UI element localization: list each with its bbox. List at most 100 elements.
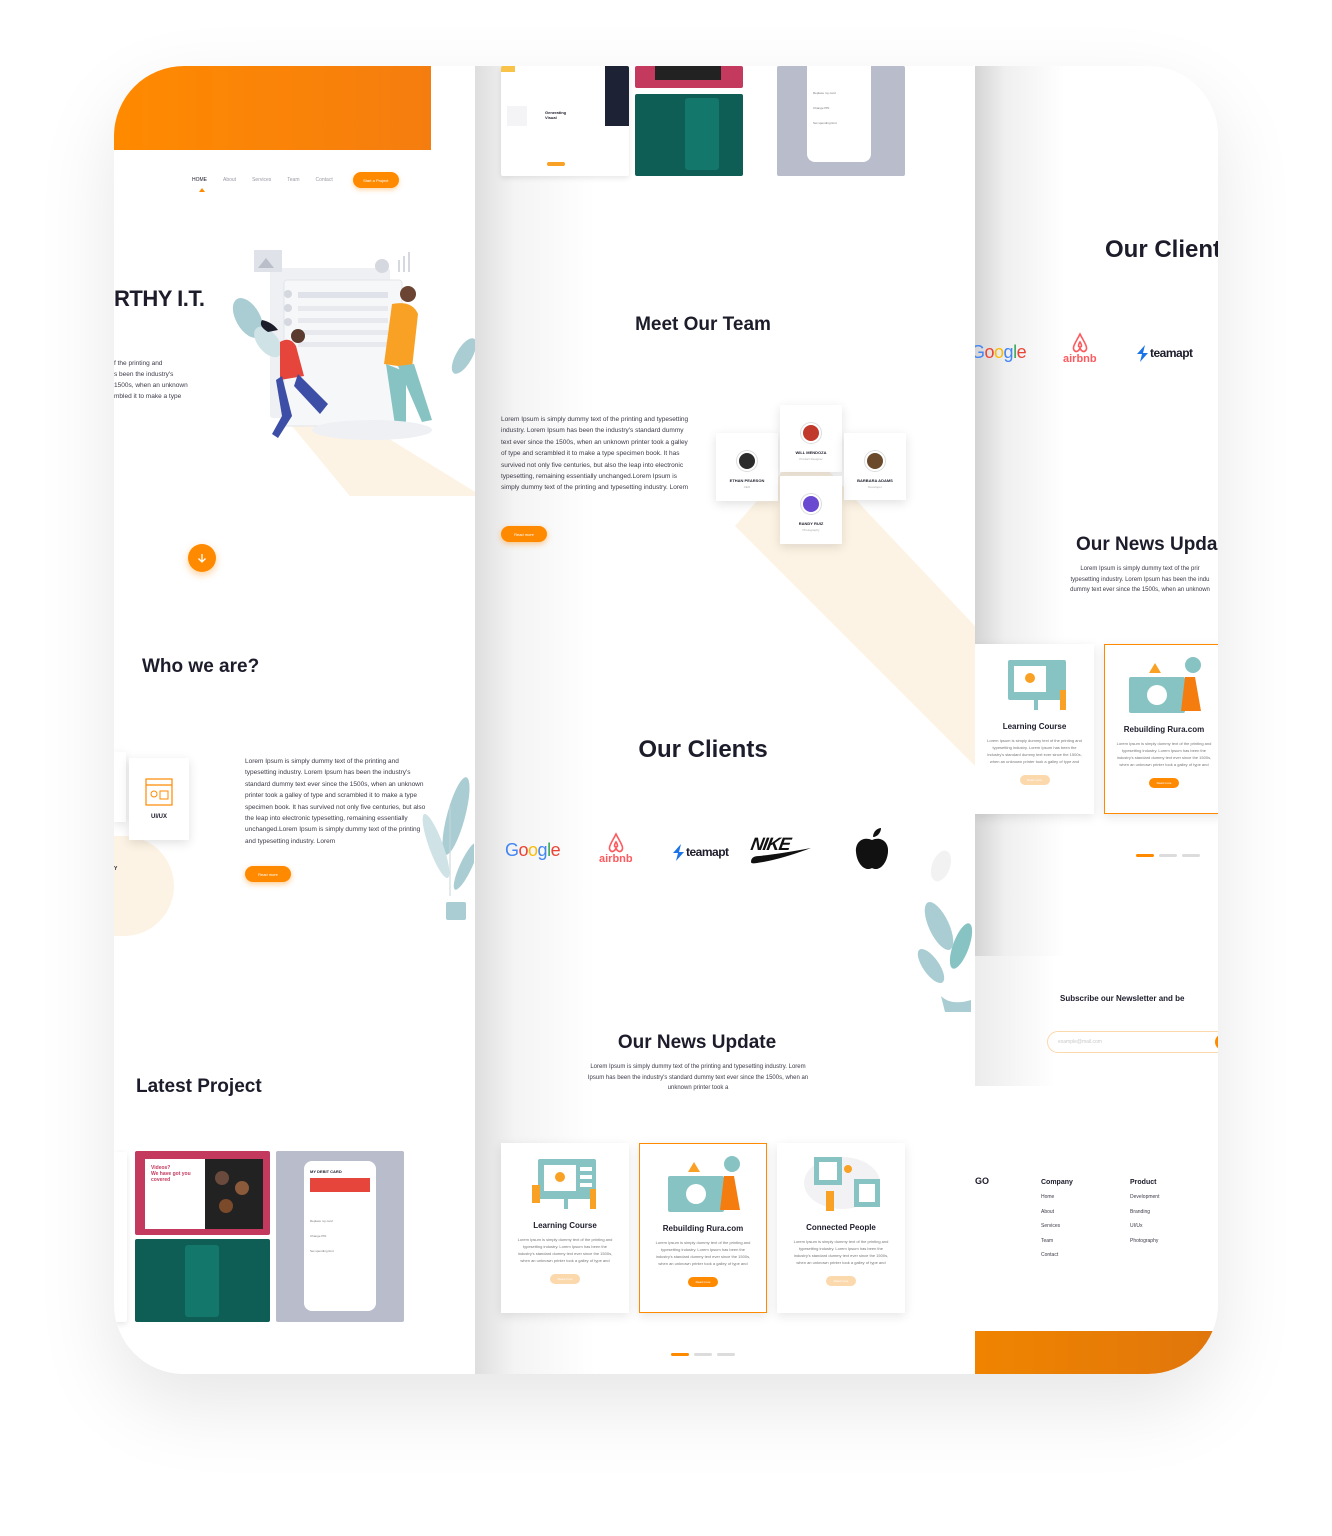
scroll-down-button[interactable]: [188, 544, 216, 572]
team-card-barbara[interactable]: BARBARA ADAMS Developer: [844, 433, 906, 500]
main-nav: HOME About Services Team Contact Start a…: [192, 172, 399, 192]
project-tile-dashboard-top[interactable]: [635, 94, 743, 176]
news-card-button[interactable]: Read more: [826, 1276, 856, 1286]
project-tile-banking[interactable]: MY DEBIT CARD Replace my card Change PIN…: [276, 1151, 404, 1322]
generating-visual-heading: Generating Visual: [545, 110, 567, 120]
carousel-dot-3[interactable]: [1182, 854, 1200, 857]
arrow-down-icon: [198, 554, 206, 563]
news-card-title: Learning Course: [1002, 722, 1067, 731]
nav-contact[interactable]: Contact: [316, 177, 333, 183]
project-tile-banking-top[interactable]: Replace my card Change PIN Set spending …: [777, 66, 905, 176]
team-member-name: RANDY RUIZ: [798, 521, 824, 526]
nav-team[interactable]: Team: [287, 177, 299, 183]
top-debit-row-1[interactable]: Replace my card: [813, 86, 865, 101]
hero-text: f the printing and s been the industry's…: [114, 360, 188, 400]
news-card-connected[interactable]: Connected People Lorem Ipsum is simply d…: [777, 1143, 905, 1313]
header-accent-bar: [114, 66, 431, 150]
news-card-title: Connected People: [806, 1223, 876, 1232]
meet-team-title: Meet Our Team: [635, 314, 771, 335]
footer-product-heading: Product: [1130, 1179, 1157, 1186]
carousel-dot-1[interactable]: [671, 1353, 689, 1356]
news-card-title: Rebuilding Rura.com: [1123, 725, 1205, 734]
who-read-more-button[interactable]: Read more: [245, 866, 291, 882]
news-title-right: Our News Upda: [1076, 534, 1218, 555]
project-tile-video[interactable]: Videos? We have got you covered: [135, 1151, 270, 1235]
news-card-rebuilding[interactable]: Rebuilding Rura.com Lorem Ipsum is simpl…: [639, 1143, 767, 1313]
avatar: [801, 423, 821, 443]
team-card-randy[interactable]: RANDY RUIZ Photography: [780, 476, 842, 544]
team-member-role: Product Designer: [799, 457, 823, 461]
team-member-role: CEO: [743, 485, 751, 489]
hero-illustration: [232, 250, 475, 496]
team-read-more-button[interactable]: Read more: [501, 526, 547, 542]
news-card-button[interactable]: Read more: [1149, 778, 1179, 788]
avatar: [737, 451, 757, 471]
news-card-learning-right[interactable]: Learning Course Lorem Ipsum is simply du…: [975, 644, 1094, 814]
footer-link-branding[interactable]: Branding: [1130, 1205, 1159, 1220]
nav-about[interactable]: About: [223, 177, 236, 183]
logo-teamapt-right: teamapt: [1135, 344, 1193, 362]
news-card-learning[interactable]: Learning Course Lorem Ipsum is simply du…: [501, 1143, 629, 1313]
project-video-thumb: [205, 1159, 263, 1229]
project-tile-video-top[interactable]: [635, 66, 743, 88]
debit-row-2[interactable]: Change PIN: [310, 1229, 370, 1244]
avatar: [865, 451, 885, 471]
top-debit-row-2[interactable]: Change PIN: [813, 101, 865, 116]
footer-link-services[interactable]: Services: [1041, 1219, 1073, 1234]
footer-link-development[interactable]: Development: [1130, 1190, 1159, 1205]
footer-link-contact[interactable]: Contact: [1041, 1248, 1073, 1263]
news-intro-text: Lorem Ipsum is simply dummy text of the …: [587, 1064, 809, 1091]
clients-title: Our Clients: [638, 736, 768, 763]
footer-link-uiux[interactable]: UI/Ux: [1130, 1219, 1159, 1234]
project-video-headline: Videos? We have got you covered: [145, 1159, 205, 1229]
avatar: [801, 494, 821, 514]
news-card-rebuilding-right[interactable]: Rebuilding Rura.com Lorem Ipsum is simpl…: [1104, 644, 1218, 814]
start-project-button[interactable]: Start a Project: [352, 172, 399, 188]
nav-services[interactable]: Services: [252, 177, 271, 183]
showcase-stage: HOME About Services Team Contact Start a…: [0, 0, 1332, 1536]
project-tile-partial[interactable]: [114, 1152, 127, 1322]
footer-link-photography[interactable]: Photography: [1130, 1234, 1159, 1249]
panel-shade: [975, 66, 1218, 956]
footer-link-team[interactable]: Team: [1041, 1234, 1073, 1249]
logo-airbnb: airbnb: [599, 832, 633, 865]
learning-illustration: [532, 1159, 596, 1209]
team-card-ethan[interactable]: ETHAN PEARSON CEO: [716, 433, 778, 501]
news-card-title: Rebuilding Rura.com: [662, 1224, 744, 1233]
newsletter-input[interactable]: example@mail.com: [1047, 1031, 1218, 1053]
debit-row-3[interactable]: Set spending limit: [310, 1244, 370, 1259]
airbnb-icon: [1072, 332, 1088, 353]
teamapt-icon: [673, 844, 684, 861]
project-tile-dashboard[interactable]: [135, 1239, 270, 1322]
hero-title: RTHY I.T.: [114, 286, 205, 311]
news-card-button[interactable]: Read more: [550, 1274, 580, 1284]
nav-home[interactable]: HOME: [192, 177, 207, 192]
learning-illustration: [1007, 660, 1066, 710]
team-member-role: Developer: [868, 485, 882, 489]
news-card-text: Lorem Ipsum is simply dummy text of the …: [1116, 741, 1212, 767]
connected-illustration: [804, 1157, 880, 1211]
footer-link-about[interactable]: About: [1041, 1205, 1073, 1220]
carousel-dot-2[interactable]: [694, 1353, 712, 1356]
phone-mockup: MY DEBIT CARD Replace my card Change PIN…: [304, 1161, 376, 1311]
news-card-text: Lorem Ipsum is simply dummy text of the …: [793, 1239, 889, 1265]
design-icon: [145, 778, 173, 806]
debit-row-1[interactable]: Replace my card: [310, 1214, 370, 1229]
panel-news: Our Client Google airbnb teamapt Our New…: [975, 66, 1218, 1374]
news-card-button[interactable]: Read more: [1019, 775, 1050, 785]
team-card-will[interactable]: WILL MENDOZA Product Designer: [780, 405, 842, 472]
carousel-dot-3[interactable]: [717, 1353, 735, 1356]
news-card-text: Lorem Ipsum is simply dummy text of the …: [987, 738, 1082, 764]
logo-google-right: Google: [975, 342, 1027, 362]
panel-team: Generating Visual Replace my card Change…: [475, 66, 975, 1374]
project-tile-visual[interactable]: Generating Visual: [501, 66, 629, 176]
top-debit-row-3[interactable]: Set spending limit: [813, 116, 865, 131]
carousel-dot-2[interactable]: [1159, 854, 1177, 857]
news-card-text: Lorem Ipsum is simply dummy text of the …: [655, 1240, 751, 1266]
news-card-button[interactable]: Read more: [688, 1277, 718, 1287]
footer-link-home[interactable]: Home: [1041, 1190, 1073, 1205]
carousel-dot-1[interactable]: [1136, 854, 1154, 857]
service-card-uiux[interactable]: UI/UX: [129, 758, 189, 840]
news-card-title: Learning Course: [533, 1221, 597, 1230]
service-label: UI/UX: [150, 814, 167, 820]
